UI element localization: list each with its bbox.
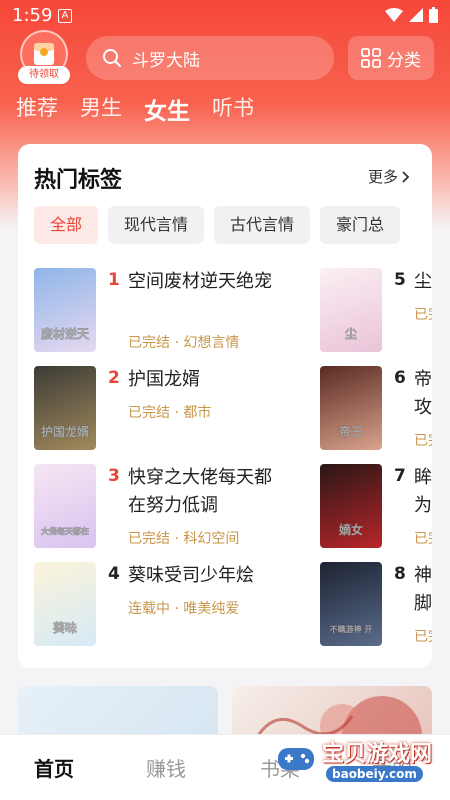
category-label: 分类: [387, 50, 421, 71]
tag-wealthy-ceo[interactable]: 豪门总: [320, 206, 401, 244]
book-meta: 已完: [414, 307, 432, 323]
more-label: 更多: [367, 168, 398, 186]
nav-home[interactable]: 首页: [34, 753, 74, 782]
svg-text:不瞒游神 开: 不瞒游神 开: [330, 624, 373, 634]
gamepad-icon: [278, 748, 314, 770]
search-icon: [103, 49, 121, 67]
book-rank: 3: [108, 466, 120, 486]
book-title: 尘: [414, 271, 432, 292]
watermark-url: baobeiy.com: [326, 766, 423, 782]
book-item[interactable]: 不瞒游神 开 8 神脚 已完: [320, 562, 432, 648]
book-item[interactable]: 嫡女 7 眸为 已完: [320, 464, 432, 550]
tag-ancient-romance[interactable]: 古代言情: [214, 206, 311, 244]
hot-tags-title: 热门标签: [34, 168, 123, 193]
book-cover: 大佬每天都在: [34, 464, 96, 548]
cover-art: 废材逆天: [41, 326, 91, 342]
tab-male[interactable]: 男生: [80, 92, 122, 126]
watermark: 宝贝游戏网 baobeiy.com: [276, 736, 436, 792]
book-rank: 5: [394, 270, 406, 290]
cover-art: 大佬每天都在: [41, 526, 90, 537]
status-bar: 1:59 A: [0, 0, 450, 32]
book-cover: 葵味: [34, 562, 96, 646]
svg-text:废材逆天: 废材逆天: [41, 326, 90, 341]
tag-modern-romance[interactable]: 现代言情: [108, 206, 205, 244]
hot-tags-card: 热门标签 更多 全部 现代言情 古代言情 豪门总 废材逆天 1 空间废材逆天绝宠…: [18, 144, 432, 668]
book-cover: 不瞒游神 开: [320, 562, 382, 646]
reward-button[interactable]: 待领取: [18, 30, 70, 84]
book-item[interactable]: 大佬每天都在 3 快穿之大佬每天都在努力低调 已完结 · 科幻空间: [34, 464, 304, 550]
book-item[interactable]: 废材逆天 1 空间废材逆天绝宠 已完结 · 幻想言情: [34, 268, 304, 354]
cover-art: 帝王: [339, 424, 364, 440]
book-title: 护国龙婿: [128, 369, 200, 390]
status-icons: [385, 7, 438, 23]
book-rank: 4: [108, 564, 120, 584]
svg-text:护国龙婿: 护国龙婿: [41, 424, 89, 439]
book-title: 空间废材逆天绝宠: [128, 271, 272, 292]
status-indicator: A: [58, 9, 72, 23]
svg-text:帝王: 帝王: [339, 424, 363, 439]
tag-all[interactable]: 全部: [34, 206, 99, 244]
book-item[interactable]: 护国龙婿 2 护国龙婿 已完结 · 都市: [34, 366, 304, 452]
book-cover: 废材逆天: [34, 268, 96, 352]
wifi-icon: [385, 8, 403, 22]
cover-art: 尘: [345, 326, 358, 342]
tag-filter-row: 全部 现代言情 古代言情 豪门总: [34, 206, 401, 244]
book-rank: 1: [108, 270, 120, 290]
book-meta: 已完: [414, 531, 432, 547]
battery-icon: [429, 7, 438, 23]
more-link[interactable]: 更多: [368, 166, 410, 187]
tab-female[interactable]: 女生: [144, 92, 190, 126]
svg-text:葵味: 葵味: [52, 620, 77, 635]
grid-icon: [361, 48, 381, 68]
svg-text:尘: 尘: [345, 326, 357, 341]
channel-tabs: 推荐 男生 女生 听书: [16, 92, 254, 126]
book-cover: 帝王: [320, 366, 382, 450]
cover-art: 不瞒游神 开: [329, 624, 373, 635]
svg-text:嫡女: 嫡女: [339, 522, 363, 537]
svg-text:大佬每天都在: 大佬每天都在: [41, 526, 89, 536]
cover-art: 葵味: [52, 620, 78, 636]
status-time: 1:59: [12, 5, 53, 26]
watermark-text: 宝贝游戏网: [322, 742, 433, 767]
book-cover: 尘: [320, 268, 382, 352]
search-input[interactable]: 斗罗大陆: [86, 36, 334, 80]
book-meta: 已完结 · 幻想言情: [128, 335, 240, 351]
book-rank: 6: [394, 368, 406, 388]
reward-badge: 待领取: [18, 66, 70, 84]
chevron-right-icon: [402, 170, 410, 183]
book-item[interactable]: 帝王 6 帝攻 已完: [320, 366, 432, 452]
book-cover: 嫡女: [320, 464, 382, 548]
tab-audiobook[interactable]: 听书: [212, 92, 254, 126]
book-rank: 2: [108, 368, 120, 388]
book-title: 帝攻: [414, 369, 432, 418]
book-meta: 连载中 · 唯美纯爱: [128, 601, 240, 617]
book-title: 快穿之大佬每天都在努力低调: [128, 467, 272, 516]
book-title: 葵味受司少年烩: [128, 565, 254, 586]
cover-art: 护国龙婿: [41, 424, 90, 440]
cover-art: 嫡女: [339, 522, 364, 538]
book-item[interactable]: 尘 5 尘 已完: [320, 268, 432, 354]
book-rank: 8: [394, 564, 406, 584]
category-button[interactable]: 分类: [348, 36, 434, 80]
book-meta: 已完结 · 都市: [128, 405, 212, 421]
tab-recommend[interactable]: 推荐: [16, 92, 58, 126]
search-placeholder: 斗罗大陆: [132, 50, 200, 71]
book-title: 神脚: [414, 565, 432, 614]
book-meta: 已完结 · 科幻空间: [128, 531, 240, 547]
book-rank: 7: [394, 466, 406, 486]
book-cover: 护国龙婿: [34, 366, 96, 450]
red-envelope-icon: [34, 43, 54, 65]
nav-earn[interactable]: 赚钱: [146, 753, 186, 782]
book-meta: 已完: [414, 433, 432, 449]
book-meta: 已完: [414, 629, 432, 645]
book-item[interactable]: 葵味 4 葵味受司少年烩 连载中 · 唯美纯爱: [34, 562, 304, 648]
signal-icon: [409, 8, 423, 22]
book-title: 眸为: [414, 467, 432, 516]
